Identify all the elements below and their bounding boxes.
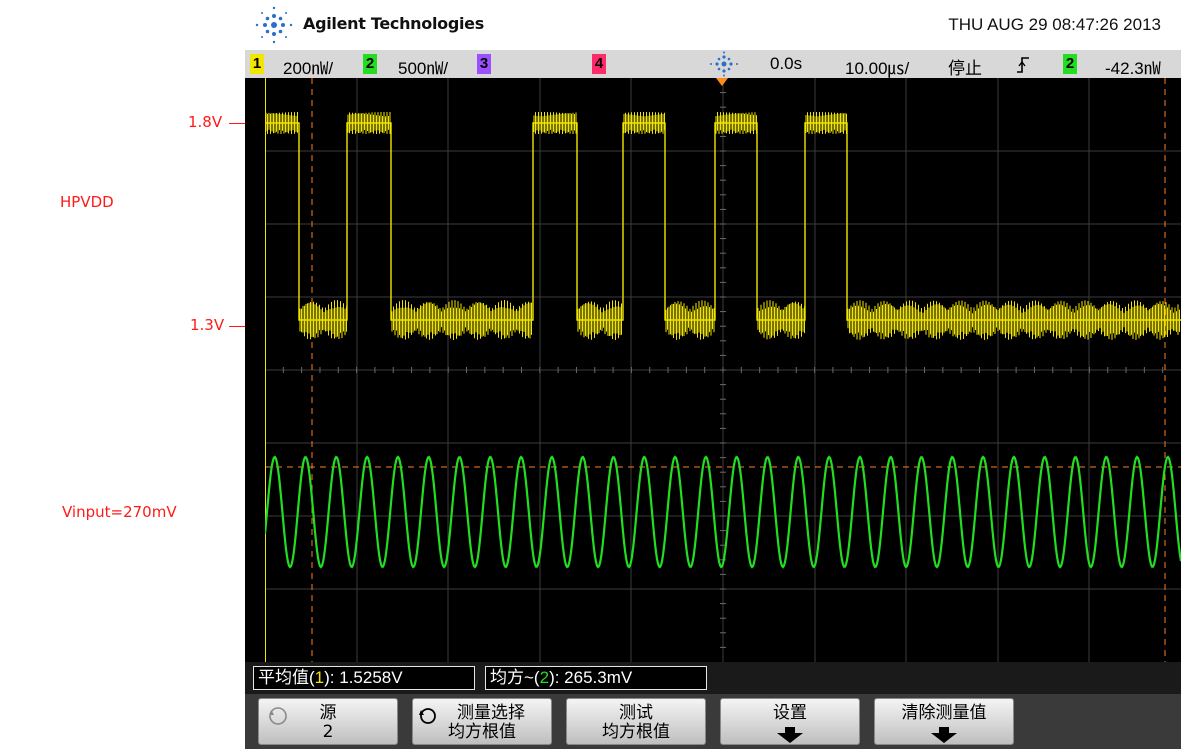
channel-status-bar: 1 200㎻/ 2 500㎻/ 3 4 0.0s 10.00㎲/ 停止 2 -4…: [245, 50, 1181, 79]
trigger-level: -42.3㎻: [1105, 59, 1161, 78]
meas2-label: 均方~(: [490, 668, 540, 687]
test-softkey-value: 均方根值: [602, 722, 670, 742]
annotation-input: Vinput=270mV: [62, 503, 177, 521]
source-softkey-value: 2: [322, 722, 334, 742]
oscilloscope-screen: Agilent Technologies THU AUG 29 08:47:26…: [245, 0, 1181, 749]
down-arrow-icon: [777, 727, 803, 743]
agilent-logo-icon: [255, 6, 293, 44]
waveform-display: 2 1: [265, 78, 1181, 662]
test-softkey[interactable]: 测试 均方根值: [566, 698, 706, 745]
trigger-source[interactable]: 2: [1063, 54, 1077, 74]
meas2-channel: 2: [539, 668, 550, 687]
ch3-indicator[interactable]: 3: [477, 54, 491, 74]
meas1-label: 平均值(: [258, 668, 315, 687]
annotation-high-level: 1.8V: [188, 113, 223, 131]
measurement-rms-ch2[interactable]: 均方~(2): 265.3mV: [485, 666, 707, 690]
annotation-low-level: 1.3V: [190, 316, 225, 334]
ch1-scale: 200㎻/: [283, 59, 334, 78]
annotation-signal-name: HPVDD: [60, 193, 114, 211]
trigger-edge-icon: [1017, 57, 1029, 73]
ch1-indicator[interactable]: 1: [250, 54, 264, 74]
ch2-indicator[interactable]: 2: [363, 54, 377, 74]
meas2-value: ): 265.3mV: [549, 668, 633, 687]
meas1-value: ): 1.5258V: [324, 668, 403, 687]
brand-name: Agilent Technologies: [303, 14, 484, 33]
timebase-value: 10.00㎲/: [845, 59, 910, 78]
test-softkey-label: 测试: [619, 703, 653, 723]
clear-measurements-label: 清除测量值: [901, 703, 987, 723]
ch2-scale: 500㎻/: [398, 59, 449, 78]
measurement-bar: 平均值(1): 1.5258V 均方~(2): 265.3mV: [245, 662, 1181, 694]
measure-select-value: 均方根值: [448, 722, 516, 742]
source-softkey-label: 源: [319, 703, 337, 723]
datetime: THU AUG 29 08:47:26 2013: [948, 15, 1161, 34]
ch4-indicator[interactable]: 4: [592, 54, 606, 74]
softkey-bar: 源 2 测量选择 均方根值 测试 均方根值 设置 清除测量值: [245, 694, 1181, 749]
down-arrow-icon: [931, 727, 957, 743]
clear-measurements-softkey[interactable]: 清除测量值: [874, 698, 1014, 745]
setup-softkey[interactable]: 设置: [720, 698, 860, 745]
delay-value: 0.0s: [770, 54, 803, 73]
measure-select-softkey[interactable]: 测量选择 均方根值: [412, 698, 552, 745]
measurement-mean-ch1[interactable]: 平均值(1): 1.5258V: [253, 666, 475, 690]
measure-select-label: 测量选择: [457, 703, 525, 723]
trigger-icon: [710, 51, 738, 77]
meas1-channel: 1: [314, 668, 325, 687]
source-softkey[interactable]: 源 2: [258, 698, 398, 745]
setup-softkey-label: 设置: [773, 703, 807, 723]
run-state: 停止: [948, 59, 982, 79]
scope-header: Agilent Technologies THU AUG 29 08:47:26…: [245, 0, 1181, 50]
